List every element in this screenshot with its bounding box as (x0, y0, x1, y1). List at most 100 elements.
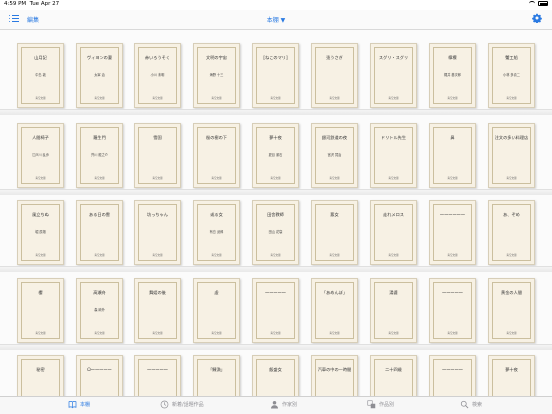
book-title: 虚 (214, 290, 219, 295)
bookshelf-selector[interactable]: 本棚 ▼ (0, 15, 552, 24)
book-cover[interactable]: 〜〜〜〜〜青空文庫 (252, 278, 299, 343)
book-title: 兎うさぎ (326, 55, 343, 60)
book-cover[interactable]: 銀河鉄道の夜 宮沢 賢治 青空文庫 (311, 123, 358, 188)
book-cover[interactable]: 高瀬舟森 鴎外 青空文庫 (76, 278, 123, 343)
book-cover[interactable]: 「鰊漁」青空文庫 (193, 355, 240, 396)
book-publisher: 青空文庫 (447, 97, 458, 100)
book-title: 坊っちゃん (147, 212, 168, 217)
book-cover[interactable]: 赤いろうそく 小川 未明 青空文庫 (134, 43, 181, 108)
book-title: [ねこのマリ] (263, 55, 288, 60)
book-author: 有島 武郎 (209, 230, 224, 234)
tab-works[interactable]: 作品別 (367, 400, 394, 409)
tab-search[interactable]: 検索 (460, 400, 482, 409)
book-cover[interactable]: ドリトル先生 青空文庫 (370, 123, 417, 188)
clock-icon (160, 400, 169, 409)
book-title: スグリ・スグリ (378, 55, 409, 60)
book-cover[interactable]: 走れメロス 青空文庫 (370, 200, 417, 265)
book-title: 風立ちぬ (32, 212, 49, 217)
book-publisher: 青空文庫 (270, 332, 281, 335)
book-cover[interactable]: 風立ちぬ堀 辰雄 青空文庫 (17, 200, 64, 265)
book-publisher: 青空文庫 (270, 97, 281, 100)
tab-bookshelf[interactable]: 本棚 (68, 400, 90, 409)
book-cover[interactable]: 夢十夜 夏目 漱石 青空文庫 (252, 123, 299, 188)
book-cover[interactable]: 櫻青空文庫 (17, 278, 64, 343)
book-publisher: 青空文庫 (35, 97, 46, 100)
book-cover[interactable]: 坊っちゃん 青空文庫 (134, 200, 181, 265)
tab-new-popular[interactable]: 新着/話題作品 (160, 400, 204, 409)
book-publisher: 青空文庫 (447, 332, 458, 335)
book-title: 〜〜〜〜〜〜 (439, 212, 466, 217)
book-author: 小川 未明 (150, 73, 165, 77)
book-cover[interactable]: 蟹工船 小林 多喜二 青空文庫 (488, 43, 535, 108)
book-cover[interactable]: ある日の雲 青空文庫 (76, 200, 123, 265)
book-title: 秘密 (36, 367, 45, 372)
status-indicators (529, 1, 548, 6)
book-publisher: 青空文庫 (211, 97, 222, 100)
book-cover[interactable]: 兎うさぎ 青空文庫 (311, 43, 358, 108)
book-cover[interactable]: 〜〜〜〜〜〜 青空文庫 (429, 200, 476, 265)
gear-icon[interactable] (532, 13, 542, 23)
book-cover[interactable]: 夢十夜青空文庫 (488, 355, 535, 396)
book-title: 桜の樹の下 (206, 135, 227, 140)
battery-icon (538, 1, 548, 6)
book-cover[interactable]: 桜の樹の下 青空文庫 (193, 123, 240, 188)
book-publisher: 青空文庫 (211, 254, 222, 257)
book-cover[interactable]: 或る女 有島 武郎 青空文庫 (193, 200, 240, 265)
book-cover[interactable]: 悪女 青空文庫 (311, 200, 358, 265)
book-title: 櫻 (38, 290, 43, 295)
book-publisher: 青空文庫 (447, 177, 458, 180)
book-author: 芥川 龍之介 (91, 153, 108, 157)
book-cover[interactable]: 雪国 青空文庫 (134, 123, 181, 188)
book-title: ある日の雲 (89, 212, 110, 217)
book-cover[interactable]: 羅生門 芥川 龍之介 青空文庫 (76, 123, 123, 188)
book-cover[interactable]: Ω〜〜〜〜〜青空文庫 (76, 355, 123, 396)
book-cover[interactable]: 〜〜〜〜〜青空文庫 (429, 278, 476, 343)
book-title: 檸檬 (448, 55, 457, 60)
status-time: 4:59 PM Tue Apr 27 (4, 1, 60, 7)
book-cover[interactable]: 二十四歳青空文庫 (370, 355, 417, 396)
book-cover[interactable]: 檸檬 梶井 基次郎 青空文庫 (429, 43, 476, 108)
book-author: 堀 辰雄 (35, 230, 46, 234)
book-cover[interactable]: 人間椅子 江戸川 乱歩 青空文庫 (17, 123, 64, 188)
book-cover[interactable]: 湯婆 青空文庫 (370, 278, 417, 343)
book-cover[interactable]: 田舎教師 田山 花袋 青空文庫 (252, 200, 299, 265)
book-cover[interactable]: 舞姫の後 青空文庫 (134, 278, 181, 343)
tab-authors[interactable]: 作家別 (270, 400, 297, 409)
book-publisher: 青空文庫 (152, 97, 163, 100)
book-publisher: 青空文庫 (211, 177, 222, 180)
book-cover[interactable]: 虚青空文庫 (193, 278, 240, 343)
book-cover[interactable]: 山月記 中島 敦青空文庫 (17, 43, 64, 108)
book-cover[interactable]: 飯盛女青空文庫 (252, 355, 299, 396)
book-author: 森 鴎外 (94, 308, 105, 312)
book-publisher: 青空文庫 (447, 254, 458, 257)
book-title: 走れメロス (383, 212, 404, 217)
book-cover[interactable]: あ、ぞめ 青空文庫 (488, 200, 535, 265)
book-title: 「あめんぼ」 (321, 290, 348, 295)
book-cover[interactable]: 黄金の人間 青空文庫 (488, 278, 535, 343)
book-publisher: 青空文庫 (329, 332, 340, 335)
shelf-row: 人間椅子 江戸川 乱歩 青空文庫 羅生門 芥川 龍之介 青空文庫 雪国 青空文庫 桜の樹の下 青空… (0, 118, 552, 195)
book-cover[interactable]: スグリ・スグリ 青空文庫 (370, 43, 417, 108)
book-cover[interactable]: 文明の宇宙 海野 十三 青空文庫 (193, 43, 240, 108)
book-title: 〜〜〜〜〜 (442, 290, 463, 295)
book-cover[interactable]: 注文の多い料理店 青空文庫 (488, 123, 535, 188)
book-cover[interactable]: 汽車の中の一時間青空文庫 (311, 355, 358, 396)
book-author: 小林 多喜二 (503, 73, 520, 77)
book-cover[interactable]: 秘密青空文庫 (17, 355, 64, 396)
book-title: 文明の宇宙 (206, 55, 227, 60)
book-publisher: 青空文庫 (329, 97, 340, 100)
book-title: 〜〜〜〜〜 (265, 290, 286, 295)
person-icon (271, 401, 278, 409)
book-title: ドリトル先生 (380, 135, 407, 140)
book-cover[interactable]: 「あめんぼ」 青空文庫 (311, 278, 358, 343)
book-cover[interactable]: 〜〜〜〜〜青空文庫 (134, 355, 181, 396)
book-title: 「鰊漁」 (208, 367, 225, 372)
book-cover[interactable]: [ねこのマリ] 青空文庫 (252, 43, 299, 108)
book-title: 〜〜〜〜〜 (147, 367, 168, 372)
book-title: 夢十夜 (269, 135, 282, 140)
book-publisher: 青空文庫 (270, 254, 281, 257)
book-cover[interactable]: 鼻青空文庫 (429, 123, 476, 188)
book-cover[interactable]: 〜〜〜〜〜青空文庫 (429, 355, 476, 396)
book-cover[interactable]: ヴィヨンの妻 太宰 治青空文庫 (76, 43, 123, 108)
book-title: 〜〜〜〜〜 (442, 367, 463, 372)
